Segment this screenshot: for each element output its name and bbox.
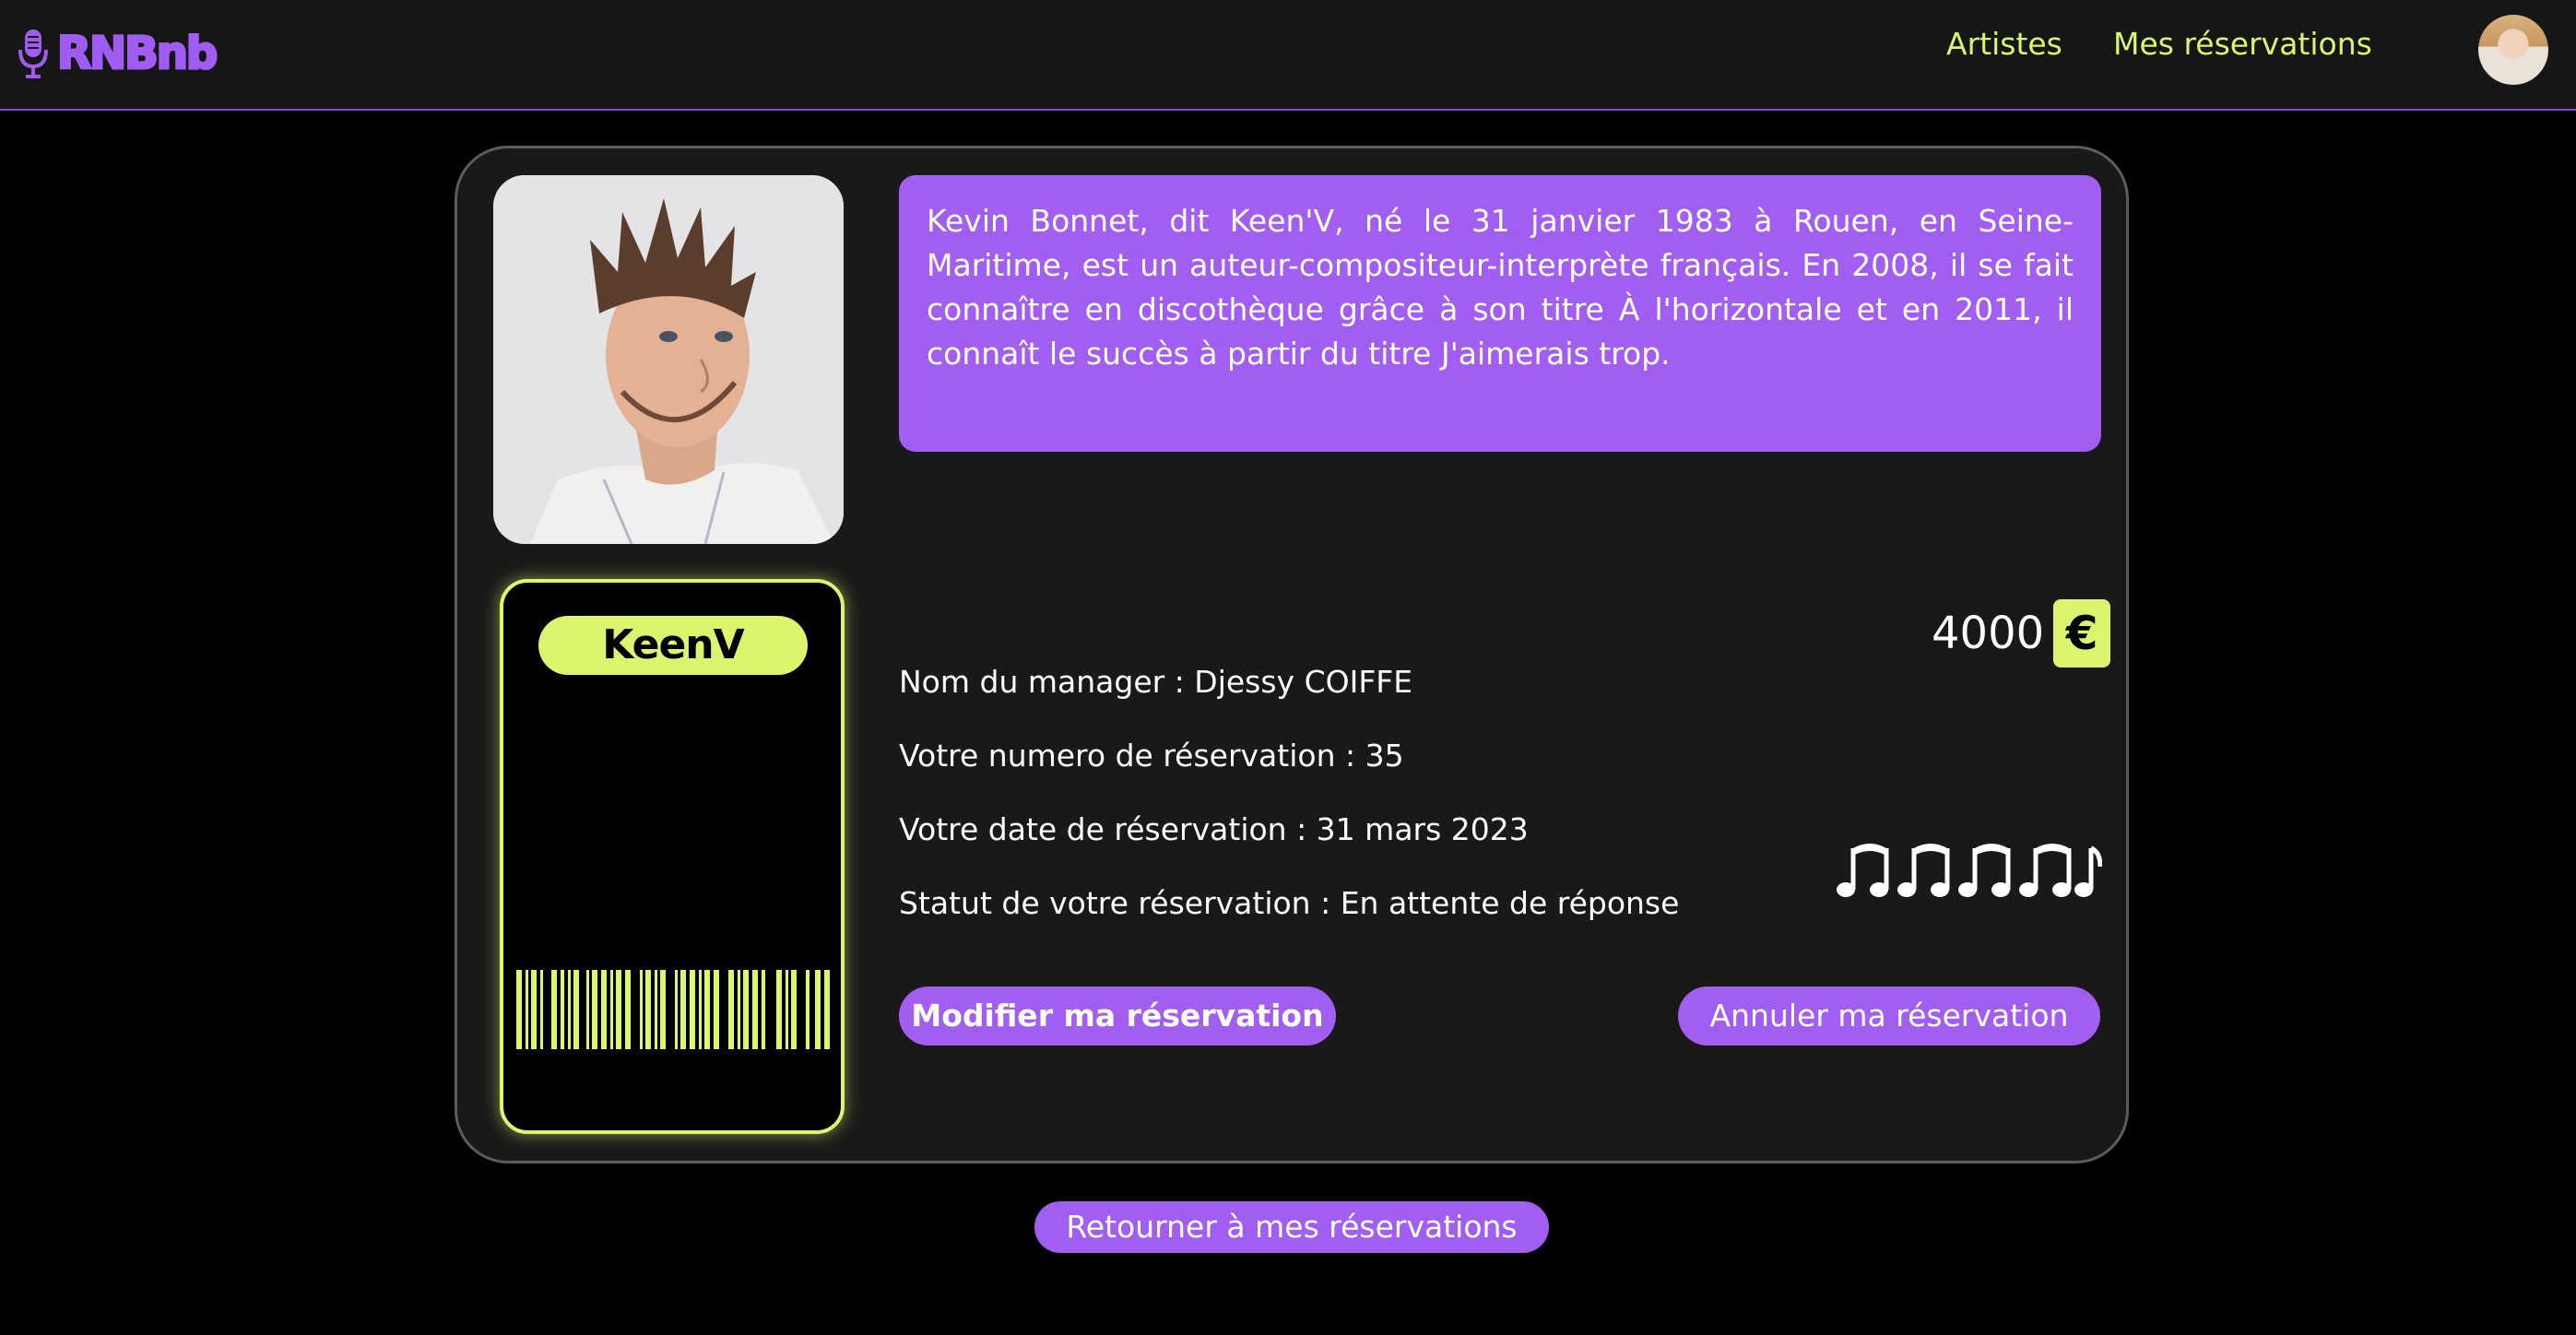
artist-ticket: KeenV — [500, 579, 845, 1134]
artist-photo — [493, 175, 844, 544]
price-value: 4000 — [1932, 608, 2045, 659]
top-navbar: RNBnb Artistes Mes réservations — [0, 0, 2576, 111]
reservation-price: 4000 € — [1932, 599, 2111, 668]
brand-logo[interactable]: RNBnb — [17, 26, 219, 81]
nav-link-reservations[interactable]: Mes réservations — [2113, 26, 2372, 62]
artist-bio: Kevin Bonnet, dit Keen'V, né le 31 janvi… — [899, 175, 2101, 452]
microphone-icon — [18, 30, 48, 78]
reservation-status: Statut de votre réservation : En attente… — [899, 885, 1680, 921]
modify-reservation-button[interactable]: Modifier ma réservation — [899, 986, 1336, 1046]
reservation-number: Votre numero de réservation : 35 — [899, 738, 1404, 774]
cancel-reservation-button[interactable]: Annuler ma réservation — [1678, 986, 2100, 1046]
manager-name: Nom du manager : Djessy COIFFE — [899, 664, 1413, 700]
euro-icon: € — [2053, 599, 2111, 668]
ticket-artist-name: KeenV — [538, 616, 808, 675]
reservation-date: Votre date de réservation : 31 mars 2023 — [899, 811, 1529, 847]
nav-link-artistes[interactable]: Artistes — [1946, 26, 2062, 62]
music-notes-icon — [1837, 844, 2102, 897]
back-to-reservations-button[interactable]: Retourner à mes réservations — [1034, 1201, 1549, 1253]
brand-name: RNBnb — [55, 27, 219, 81]
barcode-icon — [516, 970, 830, 1049]
user-avatar[interactable] — [2478, 15, 2548, 85]
